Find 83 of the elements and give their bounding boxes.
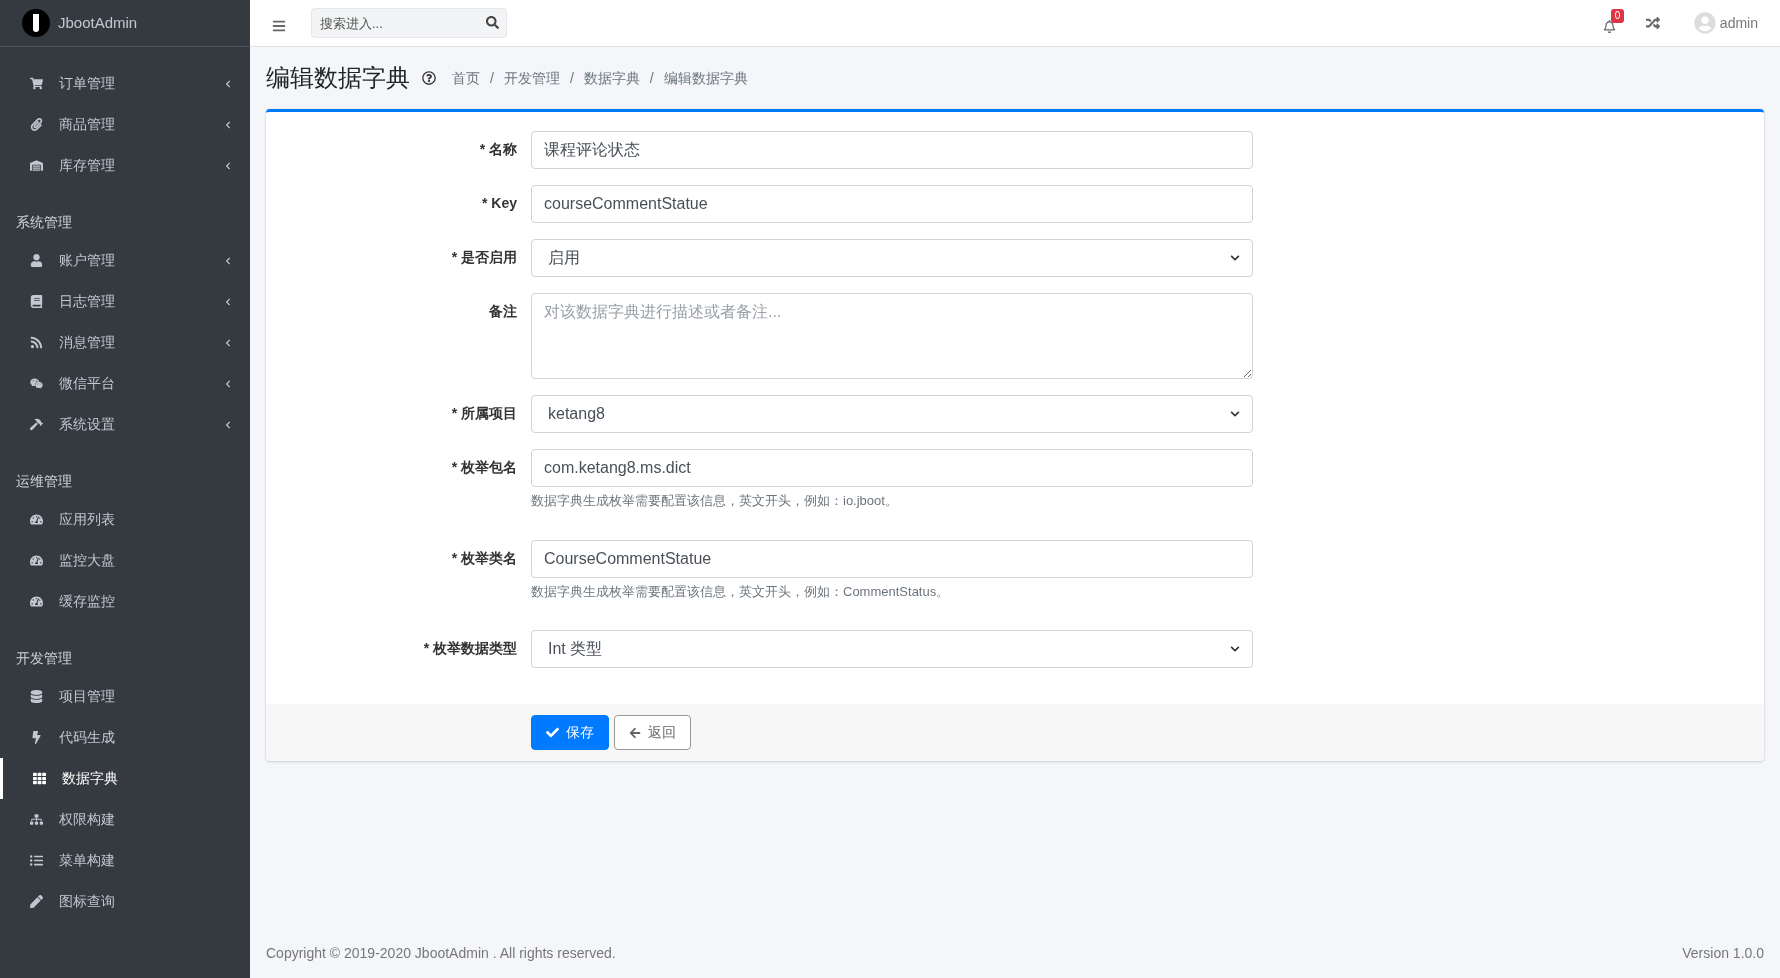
gauge-icon [30,595,43,608]
gauge-icon [30,513,43,526]
page-title: 编辑数据字典 [266,63,410,93]
gauge-icon [30,554,43,567]
bell-icon[interactable] [1602,19,1616,33]
field-label: * 枚举包名 [451,458,517,477]
text-field[interactable]: courseCommentStatue [531,185,1253,223]
notification-badge: 0 [1610,8,1625,23]
arrow-left-icon [629,726,641,739]
menu-item[interactable]: 缓存监控 [0,581,250,622]
breadcrumb-separator: / [490,68,494,88]
menu-item[interactable]: 商品管理 [0,104,250,145]
menu-item[interactable]: 应用列表 [0,499,250,540]
breadcrumb-item: 编辑数据字典 [663,68,748,88]
field-label: * 名称 [479,140,517,159]
pen-icon [30,895,43,908]
text-field[interactable]: CourseCommentStatue [531,539,1253,578]
menu-item[interactable]: 数据字典 [0,758,250,799]
check-icon [546,726,559,739]
user-name[interactable]: admin [1719,12,1758,34]
section-heading: 运维管理 [15,472,73,491]
back-button[interactable]: 返回 [614,715,691,750]
warehouse-icon [30,159,43,172]
book-icon [30,295,43,308]
field-label: * 枚举类名 [451,548,517,568]
chevron-down-icon [1230,644,1240,654]
copyright-text: Copyright © 2019-2020 JbootAdmin . All rights reserved. [266,943,616,963]
list-icon [30,854,43,867]
select-field[interactable]: ketang8 [531,395,1253,433]
hammer-icon [30,418,43,431]
database-icon [30,690,43,703]
field-label: * 枚举数据类型 [423,639,517,658]
section-heading: 开发管理 [15,649,73,668]
menu-item[interactable]: 权限构建 [0,799,250,840]
field-label: * 所属项目 [451,404,517,423]
paperclip-icon [30,118,43,131]
menu-item[interactable]: 图标查询 [0,881,250,922]
cart-icon [30,77,43,90]
menu-item[interactable]: 微信平台 [0,363,250,404]
bolt-icon [30,731,43,744]
avatar-icon [1693,12,1716,34]
field-label: * Key [481,194,517,213]
menu-item[interactable]: 日志管理 [0,281,250,322]
menu-item[interactable]: 消息管理 [0,322,250,363]
grid-icon [33,772,46,785]
menu-item[interactable]: 监控大盘 [0,540,250,581]
shuffle-icon[interactable] [1645,16,1660,30]
select-field[interactable]: Int 类型 [531,630,1253,668]
text-field[interactable]: com.ketang8.ms.dict [531,449,1253,487]
logo-icon [22,9,50,37]
sitemap-icon [30,813,43,826]
help-text: 数据字典生成枚举需要配置该信息，英文开头，例如：io.jboot。 [531,492,899,510]
field-label: 备注 [489,302,517,321]
field-label: * 是否启用 [451,248,517,267]
menu-item[interactable]: 系统设置 [0,404,250,445]
breadcrumb-item[interactable]: 开发管理 [503,67,560,89]
save-button[interactable]: 保存 [531,715,609,750]
help-text: 数据字典生成枚举需要配置该信息，英文开头，例如：CommentStatus。 [531,582,951,601]
breadcrumb-item[interactable]: 数据字典 [583,67,640,89]
menu-item[interactable]: 代码生成 [0,717,250,758]
section-heading: 系统管理 [15,213,73,232]
menu-item[interactable]: 账户管理 [0,240,250,281]
help-icon[interactable] [422,71,436,85]
feed-icon [30,336,43,349]
menu-icon[interactable] [272,19,286,33]
brand-name: JbootAdmin [58,12,138,33]
user-icon [30,254,43,267]
search-field[interactable]: 搜索进入... [311,8,507,38]
chat-bubbles-icon [30,377,43,390]
search-icon[interactable] [486,16,499,29]
breadcrumb-item[interactable]: 首页 [452,67,480,89]
chevron-down-icon [1230,409,1240,419]
text-field[interactable]: 课程评论状态 [531,131,1253,169]
menu-item[interactable]: 库存管理 [0,145,250,186]
menu-item[interactable]: 菜单构建 [0,840,250,881]
breadcrumb-separator: / [649,68,654,88]
version-text: Version 1.0.0 [1682,943,1764,963]
textarea-field[interactable]: 对该数据字典进行描述或者备注... [531,293,1253,379]
select-field[interactable]: 启用 [531,239,1253,277]
chevron-down-icon [1230,253,1240,263]
menu-item[interactable]: 订单管理 [0,63,250,104]
menu-item[interactable]: 项目管理 [0,676,250,717]
breadcrumb-separator: / [569,68,574,88]
